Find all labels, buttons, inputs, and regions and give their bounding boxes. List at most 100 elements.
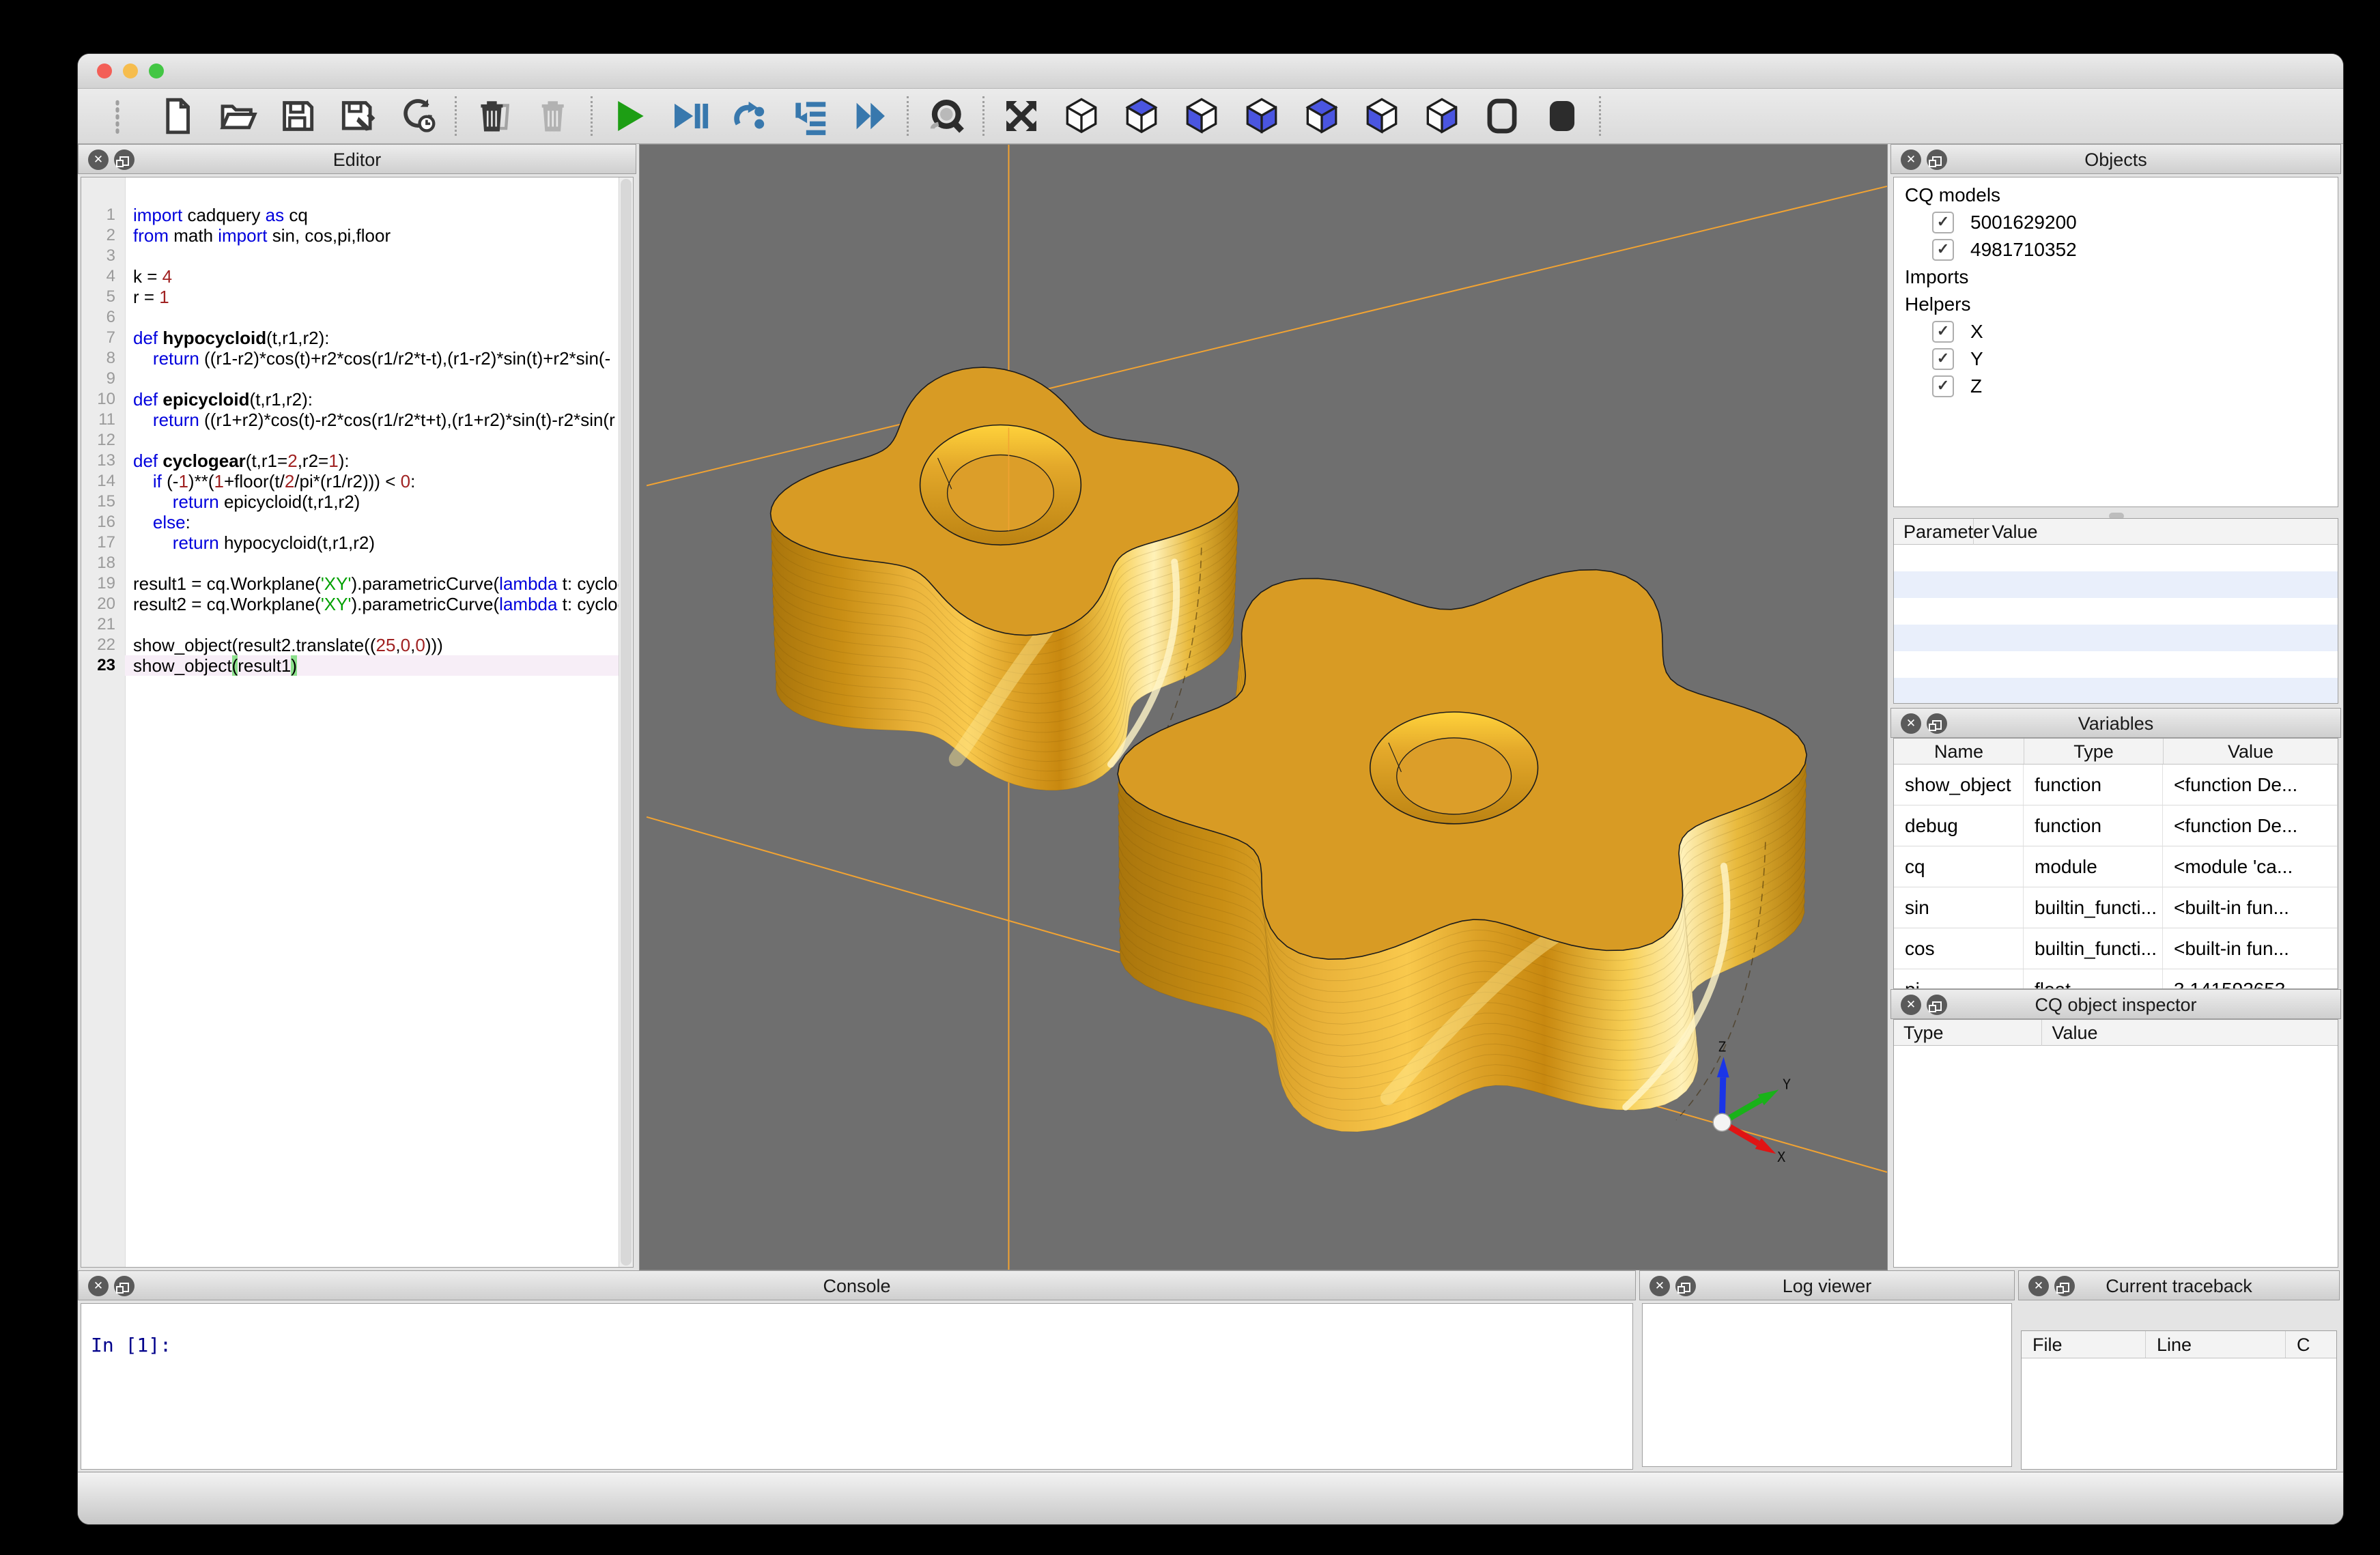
file-col-header[interactable]: File: [2022, 1331, 2145, 1358]
code-text[interactable]: return epicycloid(t,r1,r2): [125, 491, 619, 512]
variable-row[interactable]: cqmodule<module 'ca...: [1894, 846, 2338, 887]
code-text[interactable]: [125, 553, 619, 573]
code-text[interactable]: [125, 246, 619, 266]
name-col-header[interactable]: Name: [1894, 739, 2024, 764]
code-text[interactable]: def cyclogear(t,r1=2,r2=1):: [125, 451, 619, 471]
code-line[interactable]: 9: [81, 369, 619, 389]
code-text[interactable]: else:: [125, 512, 619, 532]
code-lines[interactable]: 1import cadquery as cq2from math import …: [81, 177, 619, 1267]
tree-group[interactable]: Helpers: [1894, 291, 2338, 318]
code-line[interactable]: 5r = 1: [81, 287, 619, 307]
debug-icon[interactable]: [668, 95, 711, 137]
variable-row[interactable]: show_objectfunction<function De...: [1894, 765, 2338, 805]
param-col-header[interactable]: Parameter: [1894, 519, 1970, 545]
item-checkbox[interactable]: ✓: [1932, 321, 1954, 343]
parameter-row[interactable]: [1894, 598, 2338, 625]
code-text[interactable]: r = 1: [125, 287, 619, 307]
code-col-header[interactable]: C: [2285, 1331, 2336, 1358]
parameter-row[interactable]: [1894, 571, 2338, 598]
type-col-header[interactable]: Type: [1894, 1020, 2039, 1046]
view-back-icon[interactable]: [1301, 95, 1343, 137]
tree-item[interactable]: ✓5001629200: [1894, 209, 2338, 236]
code-line[interactable]: 8 return ((r1-r2)*cos(t)+r2*cos(r1/r2*t-…: [81, 348, 619, 369]
delete-all-icon[interactable]: [533, 95, 575, 137]
view-bottom-icon[interactable]: [1180, 95, 1223, 137]
objects-tree[interactable]: CQ models✓5001629200✓4981710352ImportsHe…: [1893, 177, 2338, 507]
parameter-table[interactable]: Parameter Value: [1893, 518, 2338, 704]
3d-viewport[interactable]: XYZ: [639, 144, 1888, 1270]
item-checkbox[interactable]: ✓: [1932, 375, 1954, 397]
parameter-row[interactable]: [1894, 545, 2338, 571]
code-text[interactable]: show_object(result2.translate((25,0,0))): [125, 635, 619, 655]
tree-item[interactable]: ✓X: [1894, 318, 2338, 345]
traceback-table[interactable]: File Line C: [2021, 1330, 2337, 1470]
code-text[interactable]: [125, 369, 619, 389]
view-left-icon[interactable]: [1361, 95, 1403, 137]
new-file-icon[interactable]: [156, 95, 199, 137]
tree-group[interactable]: Imports: [1894, 263, 2338, 291]
code-text[interactable]: return ((r1+r2)*cos(t)-r2*cos(r1/r2*t+t)…: [125, 410, 619, 430]
line-col-header[interactable]: Line: [2145, 1331, 2285, 1358]
code-line[interactable]: 6: [81, 307, 619, 328]
view-front-icon[interactable]: [1241, 95, 1283, 137]
value-col-header[interactable]: Value: [2163, 739, 2338, 764]
parameter-row[interactable]: [1894, 678, 2338, 704]
continue-icon[interactable]: [849, 95, 891, 137]
code-line[interactable]: 22show_object(result2.translate((25,0,0)…: [81, 635, 619, 655]
code-line[interactable]: 20result2 = cq.Workplane('XY').parametri…: [81, 594, 619, 614]
code-line[interactable]: 19result1 = cq.Workplane('XY').parametri…: [81, 573, 619, 594]
code-line[interactable]: 17 return hypocycloid(t,r1,r2): [81, 532, 619, 553]
view-iso-icon[interactable]: [1060, 95, 1103, 137]
inspector-table[interactable]: Type Value: [1893, 1019, 2338, 1268]
save-icon[interactable]: [277, 95, 319, 137]
code-text[interactable]: from math import sin, cos,pi,floor: [125, 225, 619, 246]
step-into-icon[interactable]: [789, 95, 831, 137]
code-text[interactable]: def epicycloid(t,r1,r2):: [125, 389, 619, 410]
value-col-header[interactable]: Value: [1973, 519, 2037, 545]
parameter-row[interactable]: [1894, 625, 2338, 651]
variables-table[interactable]: Name Type Value show_objectfunction<func…: [1893, 738, 2338, 989]
tree-item[interactable]: ✓Z: [1894, 373, 2338, 400]
save-as-icon[interactable]: [337, 95, 379, 137]
code-line[interactable]: 11 return ((r1+r2)*cos(t)-r2*cos(r1/r2*t…: [81, 410, 619, 430]
tree-group[interactable]: CQ models: [1894, 182, 2338, 209]
code-line[interactable]: 13def cyclogear(t,r1=2,r2=1):: [81, 451, 619, 471]
code-text[interactable]: return ((r1-r2)*cos(t)+r2*cos(r1/r2*t-t)…: [125, 348, 619, 369]
code-line[interactable]: 23show_object(result1): [81, 655, 619, 676]
code-text[interactable]: [125, 430, 619, 451]
value-col-header[interactable]: Value: [2041, 1020, 2097, 1046]
variable-row[interactable]: debugfunction<function De...: [1894, 805, 2338, 846]
code-line[interactable]: 3: [81, 246, 619, 266]
log-viewer[interactable]: [1642, 1303, 2012, 1467]
code-text[interactable]: result1 = cq.Workplane('XY').parametricC…: [125, 573, 619, 594]
variable-row[interactable]: cosbuiltin_functi...<built-in fun...: [1894, 928, 2338, 969]
fit-view-icon[interactable]: [1000, 95, 1043, 137]
code-line[interactable]: 16 else:: [81, 512, 619, 532]
variable-row[interactable]: sinbuiltin_functi...<built-in fun...: [1894, 887, 2338, 928]
item-checkbox[interactable]: ✓: [1932, 348, 1954, 370]
code-text[interactable]: [125, 614, 619, 635]
wireframe-view-icon[interactable]: [1481, 95, 1523, 137]
code-line[interactable]: 1import cadquery as cq: [81, 205, 619, 225]
code-text[interactable]: def hypocycloid(t,r1,r2):: [125, 328, 619, 348]
code-text[interactable]: return hypocycloid(t,r1,r2): [125, 532, 619, 553]
type-col-header[interactable]: Type: [2024, 739, 2163, 764]
title-bar[interactable]: [78, 54, 2343, 89]
code-editor[interactable]: 1import cadquery as cq2from math import …: [81, 177, 634, 1268]
zoom-window-icon[interactable]: [149, 63, 164, 79]
render-icon[interactable]: [608, 95, 651, 137]
search-shape-icon[interactable]: [924, 95, 967, 137]
code-text[interactable]: k = 4: [125, 266, 619, 287]
tree-item[interactable]: ✓Y: [1894, 345, 2338, 373]
editor-scrollbar[interactable]: [619, 177, 633, 1267]
item-checkbox[interactable]: ✓: [1932, 212, 1954, 233]
code-text[interactable]: [125, 307, 619, 328]
code-text[interactable]: show_object(result1): [125, 655, 619, 676]
close-window-icon[interactable]: [97, 63, 112, 79]
code-line[interactable]: 2from math import sin, cos,pi,floor: [81, 225, 619, 246]
code-text[interactable]: if (-1)**(1+floor(t/2/pi*(r1/r2))) < 0:: [125, 471, 619, 491]
code-line[interactable]: 18: [81, 553, 619, 573]
console-prompt[interactable]: In [1]:: [81, 1304, 1632, 1356]
variable-row[interactable]: pifloat3.141592653...: [1894, 969, 2338, 989]
code-line[interactable]: 14 if (-1)**(1+floor(t/2/pi*(r1/r2))) < …: [81, 471, 619, 491]
